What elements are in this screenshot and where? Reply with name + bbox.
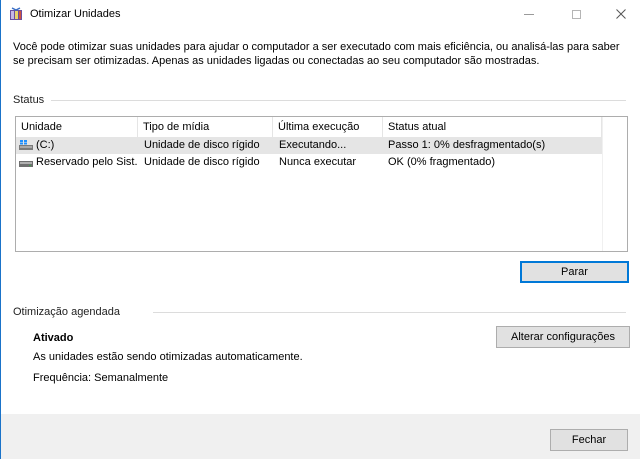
drive-row-c[interactable]: (C:) Unidade de disco rígido Executando.…: [16, 137, 602, 154]
drive-row-reserved[interactable]: Reservado pelo Sist... Unidade de disco …: [16, 154, 602, 171]
status-heading: Status: [13, 94, 45, 106]
stop-button[interactable]: Parar: [520, 261, 629, 283]
column-header-current-status[interactable]: Status atual: [383, 117, 602, 137]
column-header-unit[interactable]: Unidade: [16, 117, 138, 137]
drives-list-scrollbar[interactable]: [602, 117, 627, 251]
intro-text: Você pode otimizar suas unidades para aj…: [13, 41, 620, 67]
minimize-button[interactable]: [506, 0, 551, 28]
drive-current-status: Passo 1: 0% desfragmentado(s): [388, 139, 546, 151]
scheduled-optimization-heading: Otimização agendada: [13, 306, 121, 318]
maximize-button[interactable]: [554, 0, 599, 28]
close-button[interactable]: Fechar: [550, 429, 628, 451]
column-header-media-type[interactable]: Tipo de mídia: [138, 117, 273, 137]
drive-last-run: Nunca executar: [279, 156, 357, 168]
scheduled-divider: [153, 312, 626, 313]
hard-drive-icon: [19, 161, 33, 167]
drive-unit: (C:): [36, 139, 55, 151]
drive-last-run: Executando...: [279, 139, 347, 151]
minimize-icon: [523, 13, 534, 15]
maximize-icon: [572, 9, 581, 19]
window-title: Otimizar Unidades: [30, 8, 121, 20]
schedule-frequency: Frequência: Semanalmente: [33, 372, 169, 384]
drive-media-type: Unidade de disco rígido: [144, 156, 260, 168]
drives-list-header: Unidade Tipo de mídia Última execução St…: [16, 117, 602, 137]
change-settings-button[interactable]: Alterar configurações: [496, 326, 630, 348]
windows-drive-icon: [19, 140, 33, 150]
footer-bar: [1, 414, 640, 459]
schedule-description: As unidades estão sendo otimizadas autom…: [33, 351, 303, 363]
title-bar[interactable]: Otimizar Unidades: [1, 0, 640, 28]
schedule-state: Ativado: [33, 332, 74, 344]
drives-list[interactable]: Unidade Tipo de mídia Última execução St…: [15, 116, 628, 252]
defrag-app-icon: [10, 7, 22, 20]
drive-media-type: Unidade de disco rígido: [144, 139, 260, 151]
drive-unit: Reservado pelo Sist...: [36, 156, 138, 168]
column-header-last-run[interactable]: Última execução: [273, 117, 383, 137]
drive-current-status: OK (0% fragmentado): [388, 156, 495, 168]
close-icon: [615, 9, 626, 19]
optimize-drives-window: Otimizar Unidades Você pode otimizar sua…: [0, 0, 640, 459]
status-divider: [51, 100, 626, 101]
close-window-button[interactable]: [598, 0, 640, 28]
